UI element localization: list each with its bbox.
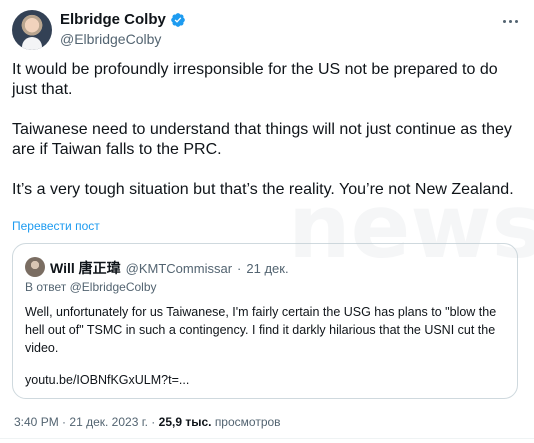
quoted-tweet-body: Well, unfortunately for us Taiwanese, I'… xyxy=(25,305,497,355)
tweet-text: It would be profoundly irresponsible for… xyxy=(12,60,520,220)
author-avatar[interactable] xyxy=(12,10,52,50)
views-count: 25,9 тыс. xyxy=(158,415,212,429)
views-label: просмотров xyxy=(214,415,281,429)
tweet-paragraph: Taiwanese need to understand that things… xyxy=(12,121,512,158)
tweet-header: Elbridge Colby @ElbridgeColby xyxy=(12,10,522,50)
reply-mention[interactable]: @ElbridgeColby xyxy=(70,280,157,294)
quoted-tweet-link[interactable]: youtu.be/IOBNfKGxULM?t=... xyxy=(25,373,189,387)
tweet-date[interactable]: 21 дек. 2023 г. xyxy=(69,415,148,429)
tweet-paragraph: It would be profoundly irresponsible for… xyxy=(12,61,498,98)
author-name-row: Elbridge Colby xyxy=(60,11,186,29)
author-handle[interactable]: @ElbridgeColby xyxy=(60,31,161,47)
tweet-paragraph: It’s a very tough situation but that’s t… xyxy=(12,181,514,198)
tweet-meta: 3:40 PM · 21 дек. 2023 г. · 25,9 тыс. пр… xyxy=(14,415,281,429)
meta-separator: · xyxy=(151,415,156,429)
quoted-author-avatar[interactable] xyxy=(25,257,45,277)
quoted-date[interactable]: 21 дек. xyxy=(246,261,288,276)
bottom-divider xyxy=(0,438,534,439)
quoted-tweet-header: Will 唐正瑋 @KMTCommissar · 21 дек. xyxy=(50,258,289,278)
more-options-icon[interactable] xyxy=(498,12,522,30)
reply-to-line: В ответ @ElbridgeColby xyxy=(25,280,157,294)
quoted-author-handle[interactable]: @KMTCommissar xyxy=(126,261,232,276)
quoted-tweet[interactable]: Will 唐正瑋 @KMTCommissar · 21 дек. В ответ… xyxy=(12,243,518,399)
verified-badge-icon xyxy=(171,13,185,27)
quoted-author-name[interactable]: Will 唐正瑋 xyxy=(50,258,121,278)
reply-prefix: В ответ xyxy=(25,280,67,294)
translate-post-link[interactable]: Перевести пост xyxy=(12,219,100,233)
meta-separator: · xyxy=(62,415,67,429)
quoted-separator: · xyxy=(237,261,242,276)
tweet-time[interactable]: 3:40 PM xyxy=(14,415,59,429)
author-name[interactable]: Elbridge Colby xyxy=(60,11,166,29)
